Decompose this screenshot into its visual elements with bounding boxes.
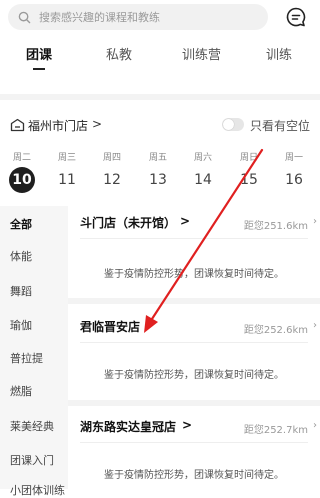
category-item[interactable]: 小团体训练 [10, 482, 65, 498]
category-item[interactable]: 燃脂 [10, 383, 32, 399]
tab-bootcamp[interactable]: 训练营 [182, 44, 221, 63]
venue-title[interactable]: 斗门店（未开馆） [80, 214, 176, 231]
card-separator [68, 400, 320, 406]
weekday-label: 周六 [193, 153, 212, 163]
category-item[interactable]: 团课入门 [10, 452, 54, 468]
card-separator [68, 298, 320, 304]
tab-private-coach[interactable]: 私教 [106, 44, 132, 63]
chevron-right-icon[interactable]: > [180, 214, 190, 228]
category-sidebar: 全部 体能 舞蹈 瑜伽 普拉提 燃脂 莱美经典 团课入门 小团体训练 [0, 206, 68, 497]
tab-training[interactable]: 训练 [266, 44, 292, 63]
date-number: 15 [240, 172, 258, 188]
search-input[interactable]: 搜索感兴趣的课程和教练 [8, 4, 268, 30]
date-item[interactable]: 周二 10 [7, 150, 37, 193]
store-icon [10, 118, 25, 132]
message-icon[interactable] [285, 6, 307, 28]
chevron-right-icon[interactable]: › [313, 320, 317, 331]
date-item[interactable]: 周日 15 [234, 150, 264, 193]
date-number: 14 [194, 172, 212, 188]
category-item[interactable]: 体能 [10, 248, 32, 264]
weekday-label: 周三 [57, 153, 76, 163]
search-placeholder: 搜索感兴趣的课程和教练 [39, 11, 160, 24]
chevron-right-icon[interactable]: › [313, 420, 317, 431]
chevron-right-icon[interactable]: > [182, 418, 192, 432]
date-number: 10 [9, 167, 35, 193]
store-name[interactable]: 福州市门店 [28, 117, 88, 134]
venue-distance: 距您252.6km [243, 325, 308, 336]
weekday-label: 周二 [12, 153, 31, 163]
category-item[interactable]: 莱美经典 [10, 418, 54, 434]
top-bar: 搜索感兴趣的课程和教练 [0, 0, 320, 36]
tab-group-class[interactable]: 团课 [26, 44, 52, 63]
date-picker: 周二 10 周三 11 周四 12 周五 13 周六 14 周日 15 周一 1… [0, 150, 320, 194]
date-item[interactable]: 周一 16 [279, 150, 309, 193]
category-item[interactable]: 普拉提 [10, 350, 43, 366]
chevron-right-icon[interactable]: › [313, 216, 317, 227]
date-number: 12 [103, 172, 121, 188]
weekday-label: 周一 [284, 153, 303, 163]
venue-distance: 距您252.7km [243, 425, 308, 436]
date-item[interactable]: 周四 12 [97, 150, 127, 193]
venue-notice: 鉴于疫情防控形势，团课恢复时间待定。 [104, 269, 284, 280]
date-item[interactable]: 周五 13 [143, 150, 173, 193]
date-number: 16 [285, 172, 303, 188]
venue-list: 斗门店（未开馆） > 距您251.6km › 鉴于疫情防控形势，团课恢复时间待定… [68, 206, 320, 489]
card-divider [80, 238, 308, 239]
card-divider [80, 342, 308, 343]
card-divider [80, 442, 308, 443]
main-tabs: 团课 私教 训练营 训练 [0, 40, 320, 70]
available-only-label: 只看有空位 [250, 119, 311, 133]
category-item-all[interactable]: 全部 [10, 216, 32, 232]
weekday-label: 周日 [239, 153, 258, 163]
venue-notice: 鉴于疫情防控形势，团课恢复时间待定。 [104, 370, 284, 381]
date-item[interactable]: 周三 11 [52, 150, 82, 193]
chevron-right-icon[interactable]: > [92, 117, 102, 131]
venue-distance: 距您251.6km [243, 221, 308, 232]
category-item[interactable]: 瑜伽 [10, 317, 32, 333]
active-tab-indicator [33, 68, 45, 70]
date-item[interactable]: 周六 14 [188, 150, 218, 193]
venue-title[interactable]: 湖东路实达皇冠店 [80, 418, 176, 435]
available-only-toggle[interactable] [222, 118, 244, 131]
section-divider [0, 94, 320, 100]
weekday-label: 周五 [148, 153, 167, 163]
search-icon [18, 11, 31, 23]
venue-notice: 鉴于疫情防控形势，团课恢复时间待定。 [104, 470, 284, 481]
store-selector-row: 福州市门店 > 只看有空位 [0, 112, 320, 138]
venue-title[interactable]: 君临晋安店 [80, 318, 140, 335]
category-item[interactable]: 舞蹈 [10, 283, 32, 299]
weekday-label: 周四 [102, 153, 121, 163]
date-number: 13 [149, 172, 167, 188]
date-number: 11 [58, 172, 76, 188]
